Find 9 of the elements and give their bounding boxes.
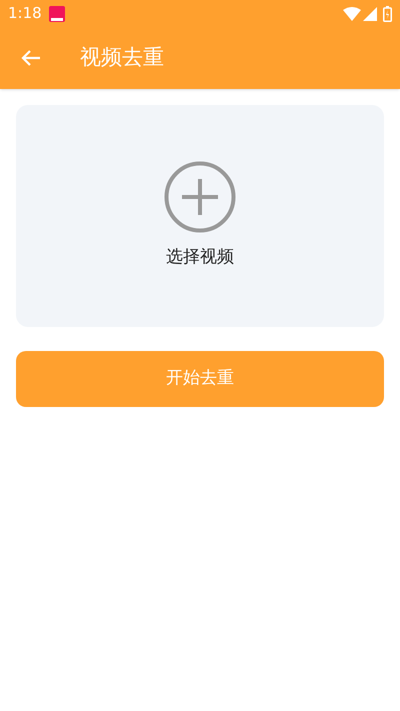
battery-icon [383,6,392,22]
app-notification-icon [48,4,66,22]
status-time: 1:18 [8,3,42,24]
signal-icon [363,6,377,20]
add-circle-icon [164,161,236,234]
back-arrow-icon [21,49,41,67]
video-picker[interactable]: 选择视频 [16,105,384,327]
screen-title: 视频去重 [80,44,164,72]
wifi-icon [343,6,361,20]
